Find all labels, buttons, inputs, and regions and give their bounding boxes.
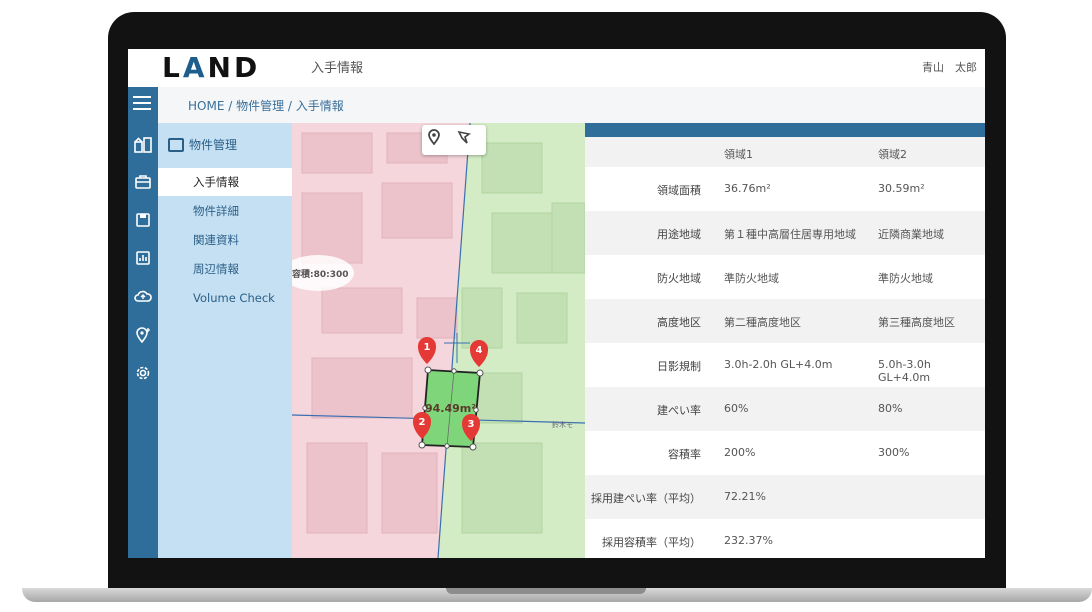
street-label: 鈴木モ: [552, 421, 573, 429]
cell-area1: 準防火地域: [724, 272, 779, 285]
cell-area2: 300%: [878, 446, 910, 459]
cell-area2: 第三種高度地区: [878, 316, 955, 329]
cell-area2: 5.0h-3.0h GL+4.0m: [878, 358, 931, 384]
cell-area1: 3.0h-2.0h GL+4.0m: [724, 358, 833, 371]
sidebar-item-related-documents[interactable]: 関連資料: [158, 226, 292, 254]
column-header-area1: 領域1: [724, 148, 753, 161]
logo[interactable]: LAND: [162, 51, 260, 84]
row-label: 容積率: [668, 448, 701, 461]
sidebar-item-volume-check[interactable]: Volume Check: [158, 284, 292, 312]
cloud-upload-icon[interactable]: [133, 289, 153, 309]
table-top-bar: [585, 123, 985, 137]
row-label: 領域面積: [657, 184, 701, 197]
building-icon[interactable]: [133, 137, 153, 157]
sidebar-item-property-details[interactable]: 物件詳細: [158, 197, 292, 225]
chart-icon[interactable]: [133, 251, 153, 271]
cell-area2: 30.59m²: [878, 182, 925, 195]
laptop-notch: [446, 588, 646, 594]
cell-area1: 第１種中高層住居専用地域: [724, 228, 856, 241]
pin-icon[interactable]: [428, 129, 452, 151]
table-row: 日影規制 3.0h-2.0h GL+4.0m 5.0h-3.0h GL+4.0m: [585, 343, 985, 387]
row-label: 採用容積率（平均）: [602, 536, 701, 549]
polygon-tool-icon[interactable]: [456, 129, 480, 151]
hamburger-menu-icon[interactable]: [133, 96, 151, 110]
cell-area1: 60%: [724, 402, 749, 415]
user-name[interactable]: 青山 太郎: [922, 59, 977, 75]
row-label: 採用建ぺい率（平均）: [591, 492, 701, 505]
app-header: LAND 入手情報 青山 太郎: [128, 49, 985, 87]
icon-rail: [128, 87, 158, 558]
table-row: 防火地域 準防火地域 準防火地域: [585, 255, 985, 299]
zoning-table: 領域1 領域2 領域面積 36.76m² 30.59m² 用途地域 第１種中高層住居専…: [585, 123, 985, 558]
column-header-area2: 領域2: [878, 148, 907, 161]
marker-3-label: 3: [468, 419, 475, 430]
marker-4-label: 4: [476, 345, 483, 356]
row-label: 日影規制: [657, 360, 701, 373]
row-label: 高度地区: [657, 316, 701, 329]
map-toolbar: [422, 125, 486, 155]
cell-area1: 200%: [724, 446, 756, 459]
table-row: 採用容積率（平均） 232.37%: [585, 519, 985, 558]
sidebar-item-surrounding-info[interactable]: 周辺情報: [158, 255, 292, 283]
building-icon: [168, 138, 184, 152]
row-label: 用途地域: [657, 228, 701, 241]
cell-area2: 近隣商業地域: [878, 228, 944, 241]
marker-1-label: 1: [424, 342, 431, 353]
sidebar-item-acquisition-info[interactable]: 入手情報: [158, 168, 292, 196]
sidebar: 物件管理 入手情報 物件詳細 関連資料 周辺情報 Volume Check: [158, 123, 292, 558]
row-label: 防火地域: [657, 272, 701, 285]
table-row: 建ぺい率 60% 80%: [585, 387, 985, 431]
save-icon[interactable]: [133, 213, 153, 233]
cell-area1: 第二種高度地区: [724, 316, 801, 329]
table-row: 採用建ぺい率（平均） 72.21%: [585, 475, 985, 519]
cell-area1: 232.37%: [724, 534, 773, 547]
app-screen: LAND 入手情報 青山 太郎 HOME / 物件管理 / 入手情報 物件管理: [128, 49, 985, 558]
settings-gear-icon[interactable]: [133, 365, 153, 385]
briefcase-icon[interactable]: [133, 175, 153, 195]
cell-area2: 80%: [878, 402, 903, 415]
cell-area1: 72.21%: [724, 490, 766, 503]
logo-letter-l: L: [162, 51, 183, 84]
zoning-tooltip-text: 容積:80:300: [292, 270, 349, 280]
row-label: 建ぺい率: [657, 404, 701, 417]
table-row: 用途地域 第１種中高層住居専用地域 近隣商業地域: [585, 211, 985, 255]
page-title: 入手情報: [311, 61, 364, 76]
breadcrumb: HOME / 物件管理 / 入手情報: [158, 87, 985, 123]
add-location-icon[interactable]: [133, 327, 153, 347]
sidebar-heading[interactable]: 物件管理: [168, 136, 237, 153]
map-canvas: 1 4 2 3: [292, 123, 585, 558]
logo-letters-nd: ND: [207, 51, 261, 84]
table-row: 高度地区 第二種高度地区 第三種高度地区: [585, 299, 985, 343]
map-view[interactable]: 1 4 2 3 容積:80:300 94.49m² 鈴木モ: [292, 123, 585, 558]
cell-area1: 36.76m²: [724, 182, 771, 195]
table-row: 領域面積 36.76m² 30.59m²: [585, 167, 985, 211]
logo-letter-a: A: [182, 51, 208, 84]
sidebar-heading-label: 物件管理: [189, 138, 238, 152]
cell-area2: 準防火地域: [878, 272, 933, 285]
marker-2-label: 2: [419, 417, 426, 428]
table-row: 容積率 200% 300%: [585, 431, 985, 475]
parcel-area-label: 94.49m²: [425, 402, 477, 415]
breadcrumb-text[interactable]: HOME / 物件管理 / 入手情報: [188, 97, 344, 114]
table-header: 領域1 領域2: [585, 137, 985, 167]
